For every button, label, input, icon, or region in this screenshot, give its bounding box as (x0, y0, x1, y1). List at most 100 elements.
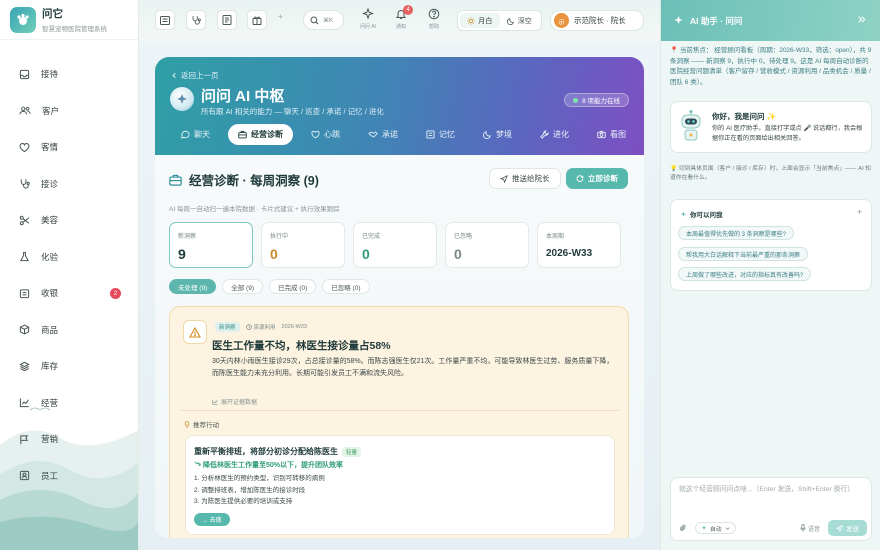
filter-all[interactable]: 全部 (9) (222, 279, 263, 294)
user-menu[interactable]: 示 示范院长 · 院长 (550, 10, 644, 31)
document-icon (222, 15, 232, 25)
tab-label: 看图 (610, 130, 626, 139)
tab-evolution[interactable]: 进化 (530, 124, 579, 145)
stat-completed[interactable]: 已完成 0 (353, 222, 437, 268)
sidebar-item-inventory[interactable]: 库存 (0, 348, 138, 385)
scissors-icon (19, 215, 30, 226)
stat-in-progress[interactable]: 执行中 0 (261, 222, 345, 268)
add-question-icon[interactable]: + (857, 207, 862, 217)
sidebar-item-label: 客户 (42, 105, 60, 116)
layers-icon (19, 361, 30, 372)
help-button[interactable]: 帮助 (421, 8, 447, 30)
sidebar-item-products[interactable]: 商品 (0, 312, 138, 349)
stat-ignored[interactable]: 已忽略 0 (445, 222, 529, 268)
chart-icon (212, 399, 218, 405)
suggested-question[interactable]: 帮我用大白话解释下当前最严重的那条洞察 (678, 247, 809, 261)
tab-chat[interactable]: 聊天 (171, 124, 220, 145)
action-step: 1. 分析林医生的预约类型，识别可转移的病例 (194, 475, 325, 482)
brand[interactable]: 问它 智慧宠物医院管理系统 (0, 0, 138, 40)
insight-card: 新洞察 资源利用 2026-W33 医生工作量不均，林医生接诊量占58% 30天… (169, 306, 629, 538)
push-to-director-button[interactable]: 推送给院长 (489, 168, 561, 189)
sidebar-item-label: 接诊 (41, 178, 59, 189)
go-do-button[interactable]: → 去做 (194, 513, 230, 526)
collapse-panel-icon[interactable] (857, 15, 866, 24)
diagnosis-panel: 经营诊断 · 每周洞察 (9) 推送给院长 立即诊断 AI 每周一自动扫一遍本院… (155, 155, 644, 538)
theme-dark-option[interactable]: 深空 (500, 13, 540, 28)
records-shortcut-button[interactable] (217, 10, 237, 30)
welcome-card: 你好，我是问问 ✨ 你的 AI 医疗助手。直接打字或点 🎤 说话都行，我会根据你… (670, 101, 872, 153)
chevron-left-icon (171, 72, 178, 79)
search-icon (310, 15, 319, 25)
stat-value: 0 (454, 246, 462, 262)
diagnose-now-button[interactable]: 立即诊断 (566, 168, 628, 189)
heart-icon (311, 130, 320, 139)
app-logo-icon (10, 6, 36, 33)
sidebar-item-grooming[interactable]: 美容 (0, 202, 138, 239)
tab-label: 承诺 (382, 130, 398, 139)
welcome-body: 你的 AI 医疗助手。直接打字或点 🎤 说话都行，我会根据你正在看的页面给出相关… (712, 125, 863, 142)
sidebar-item-staff[interactable]: 员工 (0, 458, 138, 495)
cashier-count-badge: 2 (110, 288, 121, 299)
theme-light-option[interactable]: 月白 (460, 13, 500, 28)
filter-ignored[interactable]: 已忽略 (0) (322, 279, 370, 294)
tab-commitments[interactable]: 承诺 (358, 124, 408, 145)
memory-icon (426, 130, 435, 139)
sidebar-item-customers[interactable]: 客户 (0, 93, 138, 130)
consult-shortcut-button[interactable] (186, 10, 206, 30)
stat-period: 本周期 2026-W33 (537, 222, 621, 268)
insight-body: 30天内林小雨医生接诊29次，占总接诊量的58%。而陈志强医生仅21次。工作量严… (212, 358, 614, 377)
sidebar-item-label: 化验 (41, 251, 59, 262)
page-subtitle: 所有跟 AI 相关的能力 — 聊天 / 巡查 / 承诺 / 记忆 / 进化 (201, 107, 384, 116)
notify-label: 通知 (395, 24, 406, 30)
ask-title-label: 你可以问我 (690, 212, 723, 219)
filter-pending[interactable]: 未处理 (9) (169, 279, 217, 294)
notification-count-badge: 4 (403, 5, 413, 15)
tab-label: 进化 (553, 130, 569, 139)
action-goal-text: 降低林医生工作量至50%以下，提升团队效率 (202, 462, 343, 469)
gift-shortcut-button[interactable] (247, 10, 267, 30)
back-link[interactable]: 返回上一页 (171, 70, 219, 81)
notifications-button[interactable]: 4 通知 (388, 5, 414, 30)
sparkle-icon (701, 525, 707, 531)
sidebar-item-cashier[interactable]: 收银 2 (0, 275, 138, 312)
reception-icon (19, 69, 30, 80)
tab-business-diagnosis[interactable]: 经营诊断 (228, 124, 293, 145)
add-shortcut-button[interactable]: + (278, 12, 283, 21)
sidebar-item-relations[interactable]: 客情 (0, 129, 138, 166)
tab-label: 梦境 (496, 130, 512, 139)
send-button[interactable]: 发送 (828, 520, 867, 536)
expand-evidence-link[interactable]: 展开证据数据 (212, 397, 257, 406)
push-label: 推送给院长 (512, 174, 550, 183)
voice-button[interactable]: 语音 (800, 524, 820, 533)
mode-select[interactable]: 自动 (695, 522, 736, 534)
send-icon (836, 524, 843, 532)
ai-orb-icon (170, 87, 194, 111)
reception-shortcut-button[interactable] (155, 10, 175, 30)
paperclip-icon[interactable] (679, 524, 687, 532)
sidebar-item-operations[interactable]: 经营 (0, 385, 138, 422)
brand-name: 问它 (42, 8, 63, 20)
stats-row: 新洞察 9 执行中 0 已完成 0 已忽略 0 本周期 2026-W33 (169, 222, 629, 268)
tab-memory[interactable]: 记忆 (416, 124, 465, 145)
stat-new-insights[interactable]: 新洞察 9 (169, 222, 253, 268)
sidebar-item-marketing[interactable]: 营销 (0, 421, 138, 458)
insight-category: 资源利用 (245, 323, 276, 331)
tab-dream[interactable]: 梦境 (473, 124, 522, 145)
stat-label: 已完成 (362, 234, 381, 240)
sidebar-item-lab[interactable]: 化验 (0, 239, 138, 276)
filter-completed[interactable]: 已完成 (0) (269, 279, 317, 294)
sidebar-item-consult[interactable]: 接诊 (0, 166, 138, 203)
suggested-question[interactable]: 本周最值得优先做的 3 条洞察是哪些? (678, 226, 795, 240)
message-input[interactable]: 就这个经营顾问问点啥...（Enter 发送，Shift+Enter 换行） (679, 485, 867, 495)
tab-vision[interactable]: 看图 (587, 124, 636, 145)
avatar: 示 (554, 13, 569, 28)
sidebar-item-label: 营销 (41, 434, 59, 445)
search-button[interactable]: ⌘K (303, 10, 344, 30)
sidebar-item-reception[interactable]: 接待 (0, 56, 138, 93)
action-card: 重新平衡排班，将部分初诊分配给陈医生 轻量 降低林医生工作量至50%以下，提升团… (185, 435, 615, 535)
ask-ai-button[interactable]: 问问 AI (355, 8, 381, 30)
suggested-question[interactable]: 上周做了哪些改进，对应的指标真有改善吗? (678, 267, 812, 281)
briefcase-icon (169, 174, 182, 186)
insight-tags: 新洞察 资源利用 2026-W33 (215, 322, 307, 332)
tab-heartbeat[interactable]: 心跳 (301, 124, 350, 145)
